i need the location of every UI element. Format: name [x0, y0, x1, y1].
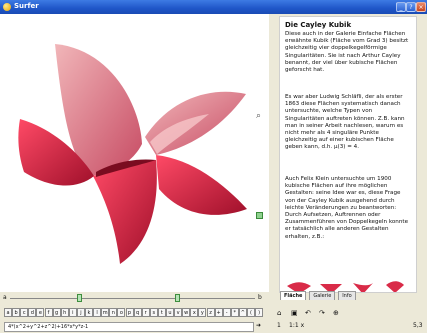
help-button[interactable]: ?	[406, 2, 416, 12]
info-paragraph: Es war aber Ludwig Schläfli, der als ers…	[285, 94, 405, 151]
key-28[interactable]: *	[230, 308, 239, 317]
app-icon	[3, 3, 11, 11]
magnifier-icon[interactable]: ⌕	[256, 111, 261, 121]
key-1[interactable]: b	[12, 308, 21, 317]
minimize-button[interactable]: _	[396, 2, 406, 12]
key-9[interactable]: j	[76, 308, 85, 317]
info-paragraph: Diese auch in der Galerie Einfache Fläch…	[285, 31, 409, 74]
redo-icon[interactable]: ↷	[319, 309, 325, 317]
undo-icon[interactable]: ↶	[305, 309, 311, 317]
panel-tabs: Fläche Galerie Info	[280, 291, 357, 303]
home-icon[interactable]: ⌂	[277, 309, 281, 317]
status-left: 1	[277, 322, 281, 329]
info-paragraph: Auch Felix Klein untersuchte um 1900 kub…	[285, 176, 409, 240]
key-16[interactable]: q	[133, 308, 142, 317]
title-bar: Surfer _ ? ×	[0, 0, 427, 14]
key-20[interactable]: u	[166, 308, 174, 317]
slider-b-label: b	[258, 294, 262, 301]
key-10[interactable]: k	[85, 308, 93, 317]
key-13[interactable]: n	[109, 308, 118, 317]
key-17[interactable]: r	[141, 308, 150, 317]
save-icon[interactable]: ▣	[291, 309, 298, 317]
key-30[interactable]: (	[247, 308, 255, 317]
key-21[interactable]: v	[174, 308, 183, 317]
key-23[interactable]: x	[190, 308, 199, 317]
key-4[interactable]: e	[36, 308, 45, 317]
slider-thumb[interactable]	[174, 294, 180, 302]
key-26[interactable]: +	[214, 308, 223, 317]
side-handle[interactable]	[256, 212, 263, 219]
status-mid: 1:1 x	[289, 322, 305, 329]
tab-flaeche[interactable]: Fläche	[280, 291, 307, 300]
key-24[interactable]: y	[198, 308, 207, 317]
formula-input[interactable]: 4*(x^2+y^2+z^2)+16*x*y*z-1	[4, 322, 254, 332]
surface-preview-icon[interactable]	[381, 278, 409, 293]
tab-galerie[interactable]: Galerie	[309, 291, 336, 300]
parameter-sliders: a b	[0, 292, 265, 306]
key-3[interactable]: d	[28, 308, 37, 317]
key-0[interactable]: a	[4, 308, 12, 317]
status-right: 5,3	[413, 322, 423, 329]
key-14[interactable]: o	[117, 308, 126, 317]
cayley-cubic-surface[interactable]	[0, 14, 269, 292]
key-22[interactable]: w	[182, 308, 191, 317]
key-6[interactable]: g	[52, 308, 61, 317]
close-button[interactable]: ×	[416, 2, 426, 12]
slider-thumb[interactable]	[76, 294, 82, 302]
key-8[interactable]: i	[68, 308, 77, 317]
surface-viewport[interactable]	[0, 14, 269, 292]
key-25[interactable]: z	[206, 308, 215, 317]
arrow-right-icon[interactable]: ➜	[256, 322, 261, 329]
info-title: Die Cayley Kubik	[285, 21, 352, 29]
key-15[interactable]: p	[125, 308, 134, 317]
key-29[interactable]: ^	[238, 308, 247, 317]
info-panel: Die Cayley Kubik Diese auch in der Galer…	[279, 16, 417, 293]
key-19[interactable]: t	[157, 308, 166, 317]
key-7[interactable]: h	[60, 308, 69, 317]
slider-a-label: a	[3, 294, 7, 301]
key-27[interactable]: -	[222, 308, 231, 317]
key-18[interactable]: s	[149, 308, 158, 317]
formula-keyboard: a b c d e f g h i j k l m n o p q r s t u v w x y z + - * ^()	[4, 308, 266, 318]
key-31[interactable]: )	[255, 308, 264, 317]
key-5[interactable]: f	[44, 308, 53, 317]
zoom-icon[interactable]: ⊕	[333, 309, 339, 317]
tab-info[interactable]: Info	[338, 291, 356, 300]
key-12[interactable]: m	[101, 308, 110, 317]
status-bar: 1 1:1 x 5,3	[277, 322, 427, 333]
key-2[interactable]: c	[20, 308, 29, 317]
slider-track[interactable]	[10, 298, 255, 299]
window-title: Surfer	[14, 2, 39, 10]
key-11[interactable]: l	[93, 308, 102, 317]
